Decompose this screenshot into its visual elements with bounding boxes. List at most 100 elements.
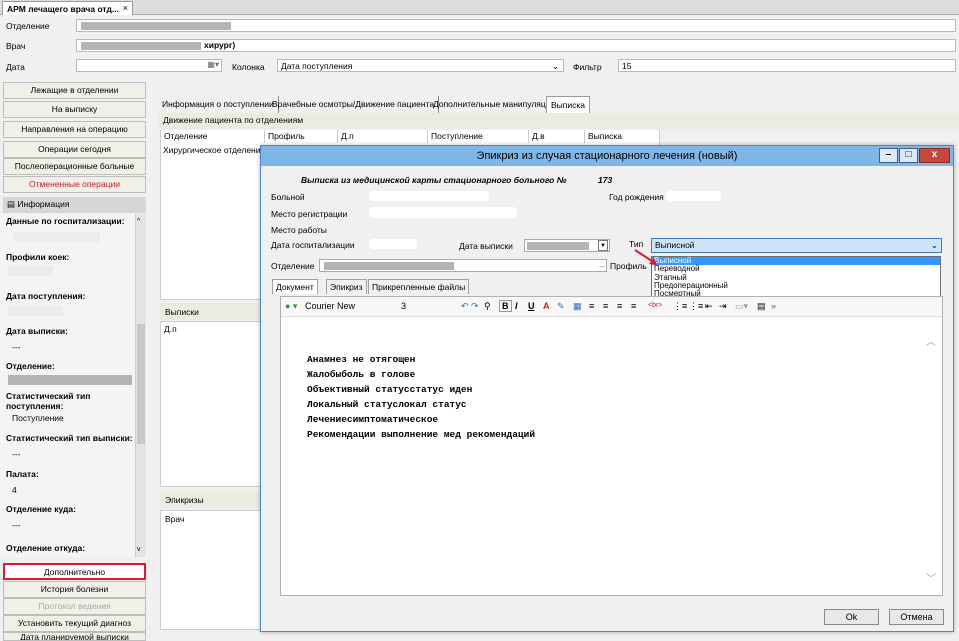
align-left-icon[interactable]: ≡ bbox=[589, 301, 594, 311]
column-dv[interactable]: Д.в bbox=[529, 130, 585, 143]
font-select[interactable]: Courier New bbox=[305, 301, 355, 311]
chevron-up-icon[interactable]: ︿ bbox=[926, 333, 936, 348]
stat-discharge-value: --- bbox=[12, 449, 21, 459]
column-admission[interactable]: Поступление bbox=[428, 130, 529, 143]
nav-cancelled-operations[interactable]: Отмененные операции bbox=[3, 176, 146, 193]
discharge-date-value: --- bbox=[12, 342, 21, 352]
calendar-icon[interactable]: ▦▾ bbox=[207, 60, 219, 69]
tab-attached-files[interactable]: Прикрепленные файлы bbox=[368, 279, 470, 294]
hosp-date-label: Дата госпитализации bbox=[271, 240, 355, 250]
maximize-button[interactable]: □ bbox=[899, 148, 918, 163]
table-row[interactable]: Хирургическое отделение bbox=[163, 145, 265, 155]
scroll-thumb[interactable] bbox=[137, 324, 145, 444]
ellipsis-icon[interactable]: ... bbox=[599, 260, 605, 272]
stat-discharge-label: Статистический тип выписки: bbox=[6, 433, 133, 443]
numbered-list-icon[interactable]: ⋮≡ bbox=[673, 301, 687, 312]
nav-lying-in-department[interactable]: Лежащие в отделении bbox=[3, 82, 146, 99]
nav-operations-today[interactable]: Операции сегодня bbox=[3, 141, 146, 158]
doctor-value: хирург) bbox=[204, 40, 236, 50]
ok-button[interactable]: Ok bbox=[824, 609, 879, 625]
type-option[interactable]: Переводной bbox=[652, 264, 940, 273]
insert-image-icon[interactable]: ▭▾ bbox=[735, 301, 748, 312]
date-field[interactable]: ▦▾ bbox=[76, 59, 222, 72]
info-icon: ▤ bbox=[7, 199, 16, 209]
discharges-column[interactable]: Д.п bbox=[164, 324, 177, 334]
align-center-icon[interactable]: ≡ bbox=[603, 301, 608, 311]
birth-year-label: Год рождения bbox=[609, 192, 664, 202]
document-line: Локальный статуслокал статус bbox=[307, 399, 467, 410]
info-panel: Данные по госпитализации: Профили коек: … bbox=[0, 214, 147, 557]
bold-icon[interactable]: B bbox=[499, 300, 512, 312]
planned-discharge-button[interactable]: Дата планируемой выписки bbox=[3, 632, 146, 641]
tab-manipulations[interactable]: Дополнительные манипуляции bbox=[429, 96, 561, 113]
dialog-heading: Выписка из медицинской карты стационарно… bbox=[301, 175, 567, 185]
column-dp[interactable]: Д.п bbox=[338, 130, 428, 143]
justify-icon[interactable]: ≡ bbox=[631, 301, 636, 311]
tab-admission-info[interactable]: Информация о поступлении bbox=[158, 96, 279, 113]
admission-date-label: Дата поступления: bbox=[6, 291, 86, 301]
epicrisis-column[interactable]: Врач bbox=[165, 514, 184, 524]
type-select[interactable]: Выписной ⌄ bbox=[651, 238, 942, 253]
discharge-date-field[interactable]: ▼ bbox=[524, 239, 610, 252]
outdent-icon[interactable]: ⇤ bbox=[705, 301, 713, 312]
close-button[interactable]: x bbox=[919, 148, 950, 163]
text-color-icon[interactable]: A bbox=[543, 301, 550, 311]
tab-document[interactable]: Документ bbox=[272, 279, 318, 294]
spellcheck-icon[interactable]: » bbox=[771, 301, 776, 311]
info-header[interactable]: ▤ Информация bbox=[3, 197, 146, 213]
filter-input[interactable]: 15 bbox=[618, 59, 956, 72]
bed-profiles-label: Профили коек: bbox=[6, 252, 70, 262]
discharges-grid: Д.п bbox=[160, 321, 270, 487]
source-icon[interactable]: ▤ bbox=[757, 301, 766, 312]
doctor-field[interactable]: хирург) bbox=[76, 39, 956, 52]
protocol-button[interactable]: Протокол ведения bbox=[3, 598, 146, 615]
department-field[interactable] bbox=[76, 19, 956, 32]
stat-admission-value: Поступление bbox=[12, 413, 64, 423]
nav-postop-patients[interactable]: Послеоперационные больные bbox=[3, 158, 146, 175]
tab-epicrisis[interactable]: Эпикриз bbox=[326, 279, 367, 294]
epicrisis-grid: Врач bbox=[160, 510, 270, 630]
bullet-list-icon[interactable]: ⋮≡ bbox=[689, 301, 703, 312]
dropdown-arrow-icon[interactable]: ▼ bbox=[598, 240, 608, 251]
document-line: Объективный статусстатус иден bbox=[307, 384, 473, 395]
dialog-department-field[interactable]: ... bbox=[319, 259, 607, 272]
highlight-icon[interactable]: ✎ bbox=[557, 301, 565, 312]
undo-icon[interactable]: ↶ ↷ bbox=[461, 301, 479, 312]
column-profile[interactable]: Профиль bbox=[265, 130, 338, 143]
case-history-button[interactable]: История болезни bbox=[3, 581, 146, 598]
epicrisis-dialog: Эпикриз из случая стационарного лечения … bbox=[260, 145, 954, 632]
underline-icon[interactable]: U bbox=[528, 301, 535, 311]
nav-for-discharge[interactable]: На выписку bbox=[3, 101, 146, 118]
movement-title: Движение пациента по отделениям bbox=[158, 113, 959, 129]
italic-icon[interactable]: I bbox=[515, 301, 518, 311]
chevron-up-icon[interactable]: ^ bbox=[137, 218, 140, 225]
find-icon[interactable]: ⚲ bbox=[484, 301, 491, 312]
dept-to-value: --- bbox=[12, 520, 21, 530]
column-department[interactable]: Отделение bbox=[161, 130, 265, 143]
additional-button[interactable]: Дополнительно bbox=[3, 563, 146, 580]
rich-text-editor[interactable]: ● ▾ Courier New 3 ↶ ↷ ⚲ B I U A ✎ ▦ ≡ ≡ … bbox=[280, 296, 943, 596]
patient-label: Больной bbox=[271, 192, 305, 202]
chevron-down-icon[interactable]: ﹀ bbox=[926, 570, 936, 585]
set-diagnosis-button[interactable]: Установить текущий диагноз bbox=[3, 615, 146, 632]
dept-to-label: Отделение куда: bbox=[6, 504, 76, 514]
format-icon[interactable]: ● ▾ bbox=[285, 301, 297, 312]
tab-discharge[interactable]: Выписка bbox=[546, 96, 591, 113]
insert-table-icon[interactable]: ▦ bbox=[573, 301, 582, 312]
nav-surgery-referrals[interactable]: Направления на операцию bbox=[3, 121, 146, 138]
chevron-down-icon[interactable]: v bbox=[137, 546, 141, 553]
line-break-icon[interactable]: <br> bbox=[648, 302, 662, 309]
column-select[interactable]: Дата поступления ⌄ bbox=[277, 59, 564, 72]
column-label: Колонка bbox=[232, 62, 265, 72]
info-scrollbar[interactable]: ^ v bbox=[135, 214, 146, 557]
window-tab[interactable]: АРМ лечащего врача отд... × bbox=[2, 1, 133, 15]
document-line: Рекомендации выполнение мед рекомендаций bbox=[307, 429, 536, 440]
size-select[interactable]: 3 bbox=[401, 301, 406, 311]
tab-exams-movement[interactable]: Врачебные осмотры/Движение пациента bbox=[268, 96, 440, 113]
cancel-button[interactable]: Отмена bbox=[889, 609, 944, 625]
close-icon[interactable]: × bbox=[123, 3, 128, 13]
indent-icon[interactable]: ⇥ bbox=[719, 301, 727, 312]
align-right-icon[interactable]: ≡ bbox=[617, 301, 622, 311]
minimize-button[interactable]: – bbox=[879, 148, 898, 163]
column-discharge[interactable]: Выписка bbox=[585, 130, 660, 143]
